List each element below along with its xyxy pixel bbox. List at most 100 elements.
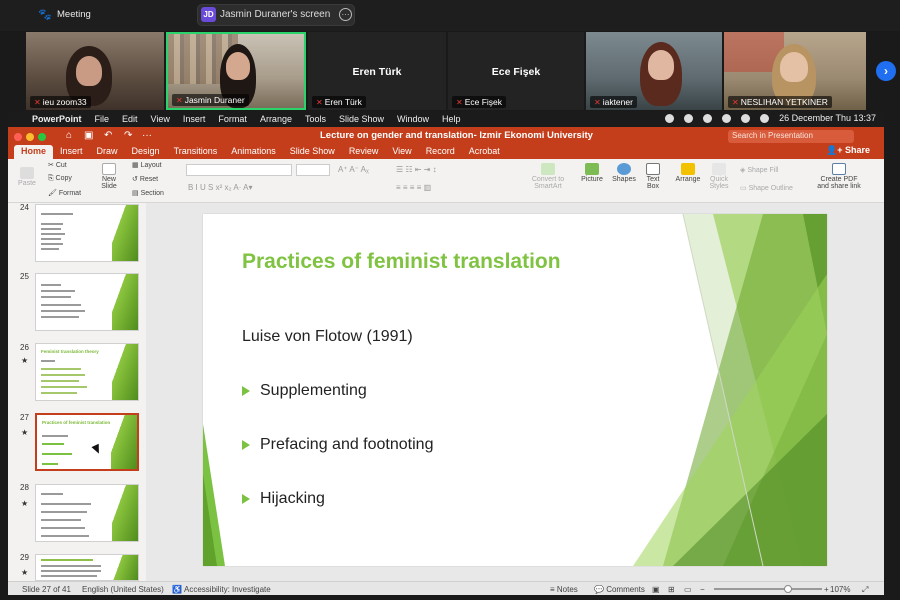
clock[interactable]: 26 December Thu 13:37 (779, 113, 876, 123)
tab-insert[interactable]: Insert (53, 145, 90, 159)
create-pdf-button[interactable]: Create PDF and share link (814, 163, 864, 190)
current-slide[interactable]: Practices of feminist translation Luise … (203, 214, 827, 566)
shape-outline-button[interactable]: ▭ Shape Outline (740, 184, 793, 192)
slide-sorter-icon[interactable]: ⊞ (668, 585, 675, 594)
zoom-slider-handle[interactable] (784, 585, 792, 593)
menu-edit[interactable]: Edit (122, 114, 138, 124)
notes-button[interactable]: ≡ Notes (550, 585, 578, 594)
zoom-window-icon[interactable] (38, 133, 46, 141)
bullet-item[interactable]: Prefacing and footnoting (242, 436, 433, 454)
tab-view[interactable]: View (385, 145, 418, 159)
video-tile-1[interactable]: ✕ ieu zoom33 (26, 32, 164, 110)
zoom-out-icon[interactable]: − (700, 585, 705, 594)
font-size-controls[interactable]: A⁺ A⁻ Aᵪ (338, 165, 369, 174)
share-button[interactable]: 👤+ Share (826, 145, 870, 156)
redo-icon[interactable]: ↷ (124, 130, 132, 141)
bullet-item[interactable]: Hijacking (242, 490, 325, 508)
language-indicator[interactable]: English (United States) (82, 585, 164, 594)
tab-animations[interactable]: Animations (224, 145, 283, 159)
more-qat-icon[interactable]: ··· (142, 130, 152, 141)
slide-thumbnail-28[interactable] (35, 484, 139, 542)
home-icon[interactable]: ⌂ (66, 130, 72, 141)
next-page-button[interactable]: › (876, 61, 896, 81)
menu-window[interactable]: Window (397, 114, 429, 124)
status-icon[interactable] (684, 113, 694, 123)
copy-button[interactable]: ⎘ Copy (48, 175, 72, 183)
shapes-button[interactable]: Shapes (610, 163, 638, 183)
video-tile-5[interactable]: ✕ iaktener (586, 32, 722, 110)
arrange-button[interactable]: Arrange (674, 163, 702, 183)
zoom-in-icon[interactable]: + (824, 585, 829, 594)
slide-thumbnail-25[interactable] (35, 273, 139, 331)
menu-arrange[interactable]: Arrange (260, 114, 292, 124)
menu-app[interactable]: PowerPoint (32, 114, 82, 124)
reset-button[interactable]: ↺ Reset (132, 175, 158, 183)
quick-styles-button[interactable]: Quick Styles (706, 163, 732, 190)
search-icon[interactable] (760, 113, 770, 123)
picture-button[interactable]: Picture (578, 163, 606, 183)
slide-number: 26 (20, 343, 29, 352)
format-painter-button[interactable]: 🖌 Format (48, 189, 81, 197)
list-controls[interactable]: ☰ ☷ ⇤ ⇥ ↕ (396, 165, 437, 174)
convert-smartart-button[interactable]: Convert to SmartArt (528, 163, 568, 190)
slide-thumbnail-panel[interactable]: 24 25 26 ★ Feminist translation theory 2… (8, 203, 146, 581)
more-options-icon[interactable]: ··· (339, 8, 352, 21)
paste-button[interactable]: Paste (16, 167, 38, 187)
tab-home[interactable]: Home (14, 145, 54, 159)
zoom-top-bar (0, 0, 900, 31)
search-in-presentation[interactable]: Search in Presentation (728, 130, 854, 143)
slide-subtitle[interactable]: Luise von Flotow (1991) (242, 328, 413, 346)
menu-view[interactable]: View (151, 114, 170, 124)
fit-slide-icon[interactable]: ⤢ (862, 585, 868, 595)
save-icon[interactable]: ▣ (84, 130, 93, 141)
tab-review[interactable]: Review (342, 145, 386, 159)
menu-slideshow[interactable]: Slide Show (339, 114, 384, 124)
section-button[interactable]: ▤ Section (132, 189, 164, 197)
menu-format[interactable]: Format (218, 114, 247, 124)
slide-thumbnail-29[interactable] (35, 554, 139, 581)
align-controls[interactable]: ≡ ≡ ≡ ≡ ▥ (396, 183, 431, 192)
menu-insert[interactable]: Insert (183, 114, 206, 124)
shape-fill-button[interactable]: ◈ Shape Fill (740, 166, 778, 174)
status-icon[interactable] (665, 113, 675, 123)
slide-thumbnail-26[interactable]: Feminist translation theory (35, 343, 139, 401)
tab-design[interactable]: Design (125, 145, 167, 159)
slide-title[interactable]: Practices of feminist translation (242, 250, 561, 274)
status-icon[interactable] (722, 113, 732, 123)
menu-file[interactable]: File (95, 114, 110, 124)
video-tile-3[interactable]: Eren Türk ✕ Eren Türk (308, 32, 446, 110)
layout-button[interactable]: ▦ Layout (132, 161, 162, 169)
video-tile-2-active-speaker[interactable]: ✕ Jasmin Duraner (166, 32, 306, 110)
font-name-dropdown[interactable] (186, 164, 292, 176)
normal-view-icon[interactable]: ▣ (652, 585, 660, 594)
font-size-dropdown[interactable] (296, 164, 330, 176)
text-box-button[interactable]: Text Box (642, 163, 664, 190)
new-slide-button[interactable]: New Slide (94, 163, 124, 190)
accessibility-status[interactable]: Accessibility: Investigate (184, 585, 271, 594)
menu-tools[interactable]: Tools (305, 114, 326, 124)
comments-button[interactable]: 💬 Comments (594, 585, 645, 594)
tab-slide-show[interactable]: Slide Show (283, 145, 342, 159)
video-tile-6[interactable]: ✕ NESLIHAN YETKINER (724, 32, 866, 110)
close-window-icon[interactable] (14, 133, 22, 141)
zoom-level[interactable]: 107% (830, 585, 850, 594)
accessibility-icon[interactable]: ♿ (172, 585, 182, 594)
text-box-icon (646, 163, 660, 175)
font-format-controls[interactable]: B I U S x² x₂ A· A▾ (188, 183, 252, 192)
video-tile-4[interactable]: Ece Fişek ✕ Ece Fişek (448, 32, 584, 110)
tab-record[interactable]: Record (419, 145, 462, 159)
bullet-item[interactable]: Supplementing (242, 382, 367, 400)
minimize-window-icon[interactable] (26, 133, 34, 141)
slide-thumbnail-24[interactable] (35, 204, 139, 262)
cut-button[interactable]: ✂ Cut (48, 161, 67, 169)
undo-icon[interactable]: ↶ (104, 130, 112, 141)
menu-help[interactable]: Help (442, 114, 461, 124)
tab-acrobat[interactable]: Acrobat (462, 145, 507, 159)
status-icon[interactable] (703, 113, 713, 123)
reading-view-icon[interactable]: ▭ (684, 585, 692, 594)
tab-transitions[interactable]: Transitions (167, 145, 225, 159)
zoom-slider[interactable] (714, 588, 822, 590)
slide-thumbnail-27-selected[interactable]: Practices of feminist translation (35, 413, 139, 471)
wifi-icon[interactable] (741, 113, 751, 123)
tab-draw[interactable]: Draw (90, 145, 125, 159)
